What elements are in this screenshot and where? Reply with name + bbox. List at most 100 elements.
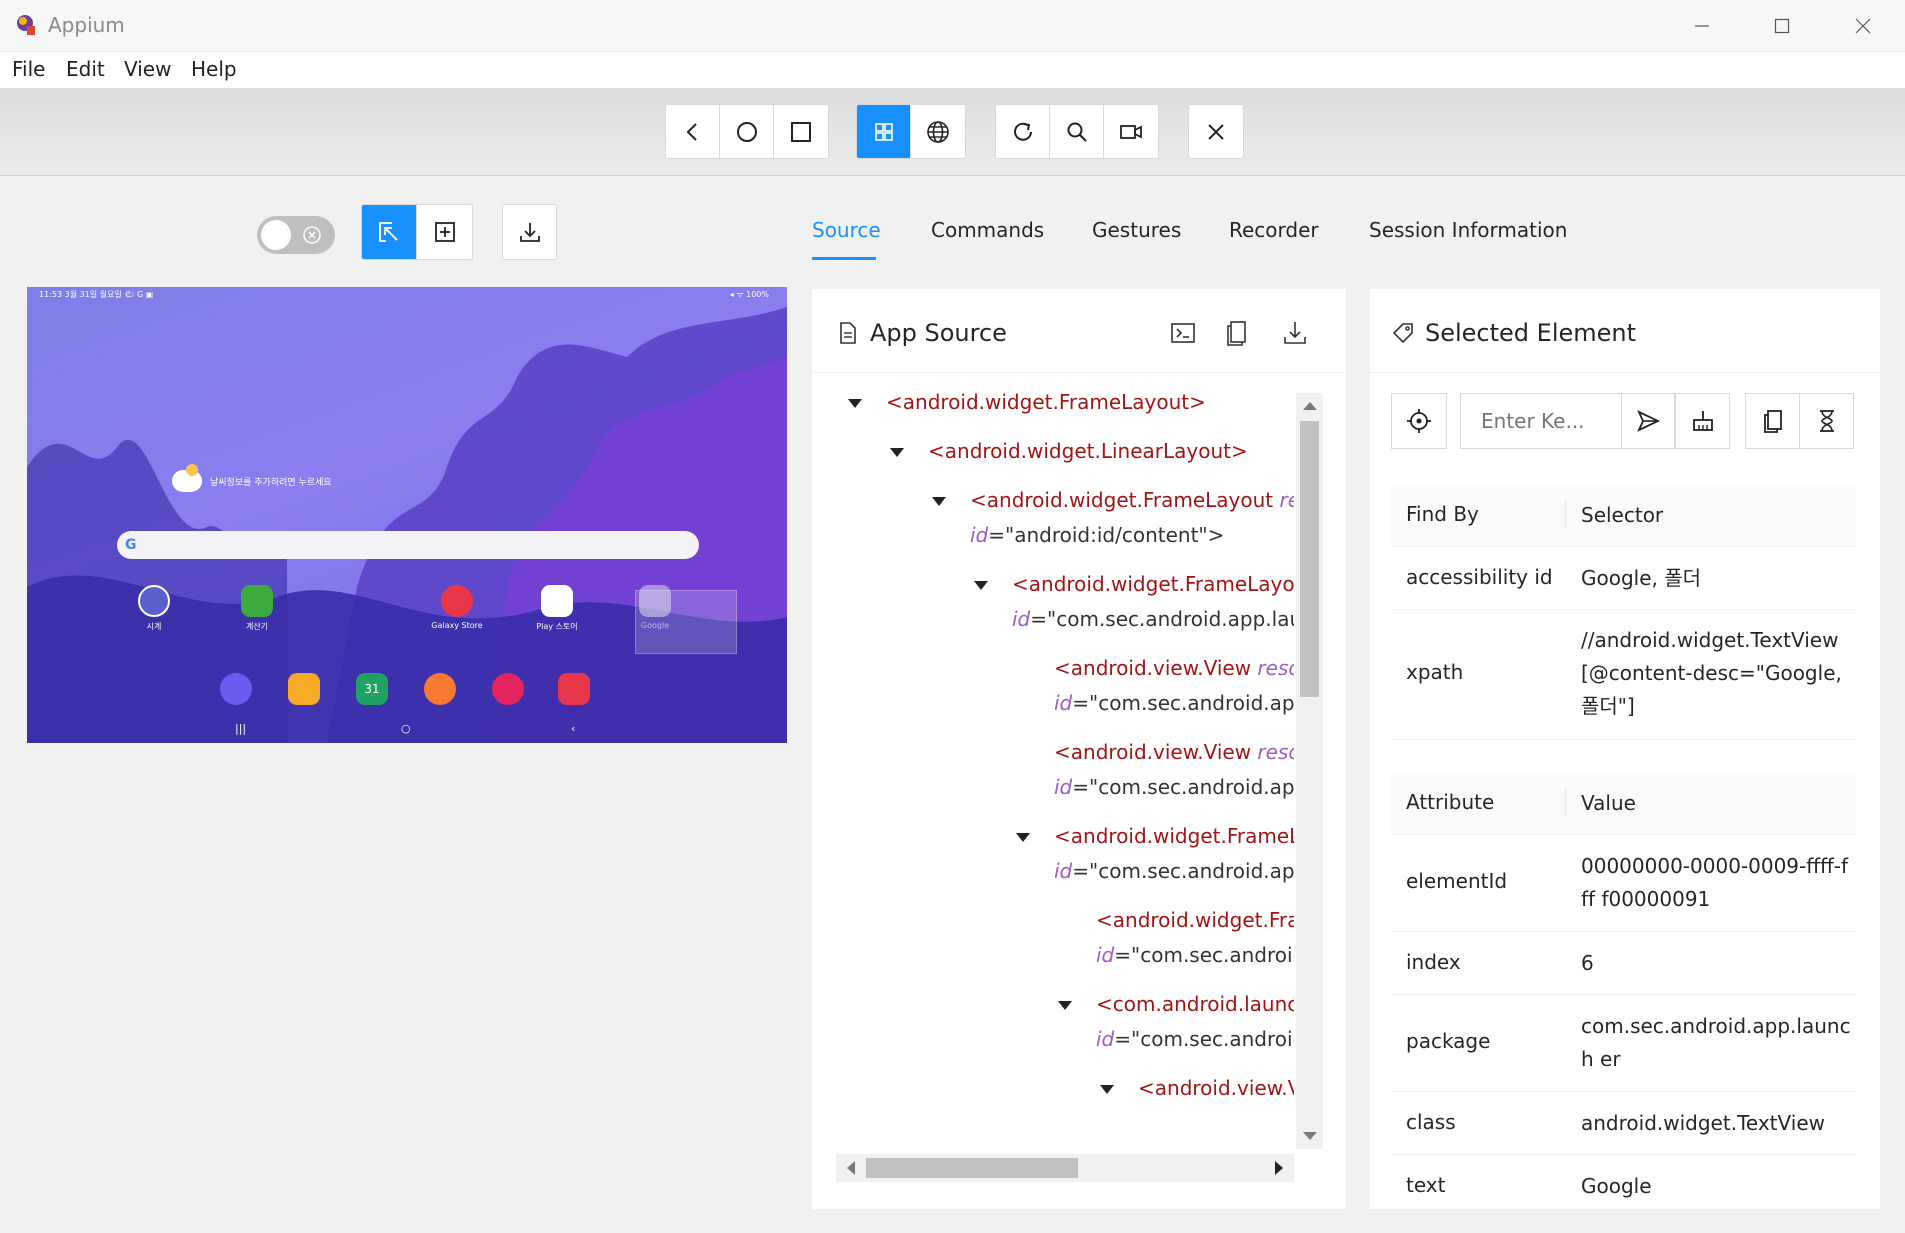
tree-node[interactable]: id="com.sec.android.a [1096,943,1294,967]
find-by-value[interactable]: Google, 폴더 [1581,562,1851,595]
source-vertical-scrollbar[interactable] [1296,393,1323,1149]
maximize-icon[interactable] [1752,10,1812,42]
device-screenshot[interactable]: 11:53 3월 31일 월요일 🌤 G ▣ ◂ ᯤ 100% 날씨정보를 추가… [27,287,787,743]
attribute-header: Attribute [1406,790,1495,814]
tree-node[interactable]: id="com.sec.android.app.l [1054,859,1294,883]
tree-node[interactable]: <android.view.Vi [1100,1076,1294,1100]
caret-down-icon[interactable] [848,399,862,408]
vertical-scroll-thumb[interactable] [1300,421,1319,697]
source-horizontal-scrollbar[interactable] [836,1154,1294,1182]
send-icon [1637,410,1661,432]
device-recents-key-icon[interactable]: ||| [235,722,246,735]
tree-node[interactable]: <android.widget.FrameLayout resou [932,488,1294,512]
dock-folder-icon[interactable] [288,673,320,705]
send-keys-input[interactable] [1460,393,1622,449]
menu-view[interactable]: View [124,57,171,81]
tree-attr-value: ="com.sec.android.app.l [1072,859,1294,883]
show-attributes-toggle[interactable] [257,216,335,254]
download-source-icon[interactable] [1280,318,1310,348]
tree-node[interactable]: <android.widget.FrameLayout [974,572,1294,596]
quit-session-group [1188,104,1244,159]
caret-down-icon[interactable] [890,448,904,457]
tree-node[interactable]: <android.widget.Fram [1096,908,1294,932]
caret-down-icon[interactable] [932,497,946,506]
select-elements-button[interactable] [362,205,417,259]
attribute-value: android.widget.TextView [1581,1111,1825,1135]
copy-attributes-button[interactable] [1745,393,1800,449]
device-back-key-icon[interactable]: ‹ [571,722,575,735]
horizontal-scroll-thumb[interactable] [866,1158,1078,1178]
dock-gallery-icon[interactable] [492,673,524,705]
caret-down-icon[interactable] [1058,1001,1072,1010]
search-button[interactable] [1050,105,1104,158]
wallpaper-mountains [27,307,787,743]
selected-element-title: Selected Element [1425,319,1637,347]
tree-node[interactable]: <com.android.launche [1058,992,1294,1016]
tree-node[interactable]: id="com.sec.android.app.launc [1012,607,1294,631]
tree-node[interactable]: <android.widget.FrameLayout> [848,390,1206,414]
app-play-store[interactable]: Play 스토어 [527,585,587,632]
window-title: Appium [48,13,125,37]
web-mode-button[interactable] [911,105,965,158]
tree-node[interactable]: <android.view.View resour [1054,656,1294,680]
app-play-store-label: Play 스토어 [536,622,578,631]
tab-source[interactable]: Source [812,218,881,242]
tap-coordinates-button[interactable] [417,205,472,259]
app-calculator[interactable]: 계산기 [227,585,287,632]
scroll-up-arrow-icon[interactable] [1303,401,1317,411]
tree-node[interactable]: id="com.sec.android.app.l [1054,691,1294,715]
app-clock[interactable]: 시계 [124,585,184,632]
tab-session-information[interactable]: Session Information [1369,218,1567,242]
app-source-header: App Source [836,319,1007,347]
device-home-key-icon[interactable]: ○ [401,722,411,735]
tree-node[interactable]: <android.view.View resour [1054,740,1294,764]
tree-node[interactable]: <android.widget.FrameLay [1016,824,1294,848]
source-tree[interactable]: <android.widget.FrameLayout> <android.wid… [836,390,1294,1150]
tree-node[interactable]: id="com.sec.android.app.l [1054,775,1294,799]
copy-icon[interactable] [1223,318,1253,348]
refresh-button[interactable] [996,105,1050,158]
tab-gestures[interactable]: Gestures [1092,218,1181,242]
clear-element-button[interactable] [1675,393,1730,449]
tree-node[interactable]: id="com.sec.android.a [1096,1027,1294,1051]
get-timing-button[interactable] [1799,393,1854,449]
caret-down-icon[interactable] [974,581,988,590]
dock-internet-icon[interactable] [220,673,252,705]
table-row: class android.widget.TextView [1391,1092,1856,1155]
scroll-left-arrow-icon[interactable] [846,1161,856,1175]
google-search-widget[interactable]: G [117,531,699,559]
close-window-icon[interactable] [1833,10,1893,42]
scroll-right-arrow-icon[interactable] [1274,1161,1284,1175]
tab-recorder[interactable]: Recorder [1229,218,1319,242]
inspector-toolbar [0,88,1905,176]
scroll-down-arrow-icon[interactable] [1303,1131,1317,1141]
menu-help[interactable]: Help [191,57,237,81]
tree-node[interactable]: <android.widget.LinearLayout> [890,439,1248,463]
tap-element-button[interactable] [1391,393,1447,449]
tab-commands[interactable]: Commands [931,218,1044,242]
dock-contacts-icon[interactable] [424,673,456,705]
menu-file[interactable]: File [12,57,45,81]
dock-camera-icon[interactable] [558,673,590,705]
dock-calendar-icon[interactable]: 31 [356,673,388,705]
send-keys-button[interactable] [1621,393,1675,449]
selected-element-highlight[interactable] [635,590,737,654]
native-mode-icon [874,122,893,141]
app-galaxy-store[interactable]: Galaxy Store [427,585,487,630]
tree-node[interactable]: id="android:id/content"> [970,523,1224,547]
caret-down-icon[interactable] [1100,1085,1114,1094]
tree-tag: <android.widget.FrameLayout [970,488,1280,512]
weather-widget[interactable]: 날씨정보를 추가하려면 누르세요 [172,464,332,492]
terminal-icon[interactable] [1168,318,1198,348]
record-button[interactable] [1104,105,1158,158]
native-mode-button[interactable] [857,105,911,158]
home-button[interactable] [720,105,774,158]
download-screenshot-button[interactable] [502,204,557,260]
quit-session-button[interactable] [1189,105,1243,158]
app-switch-button[interactable] [774,105,828,158]
find-by-value[interactable]: //android.widget.TextView [@content-desc… [1581,624,1851,723]
back-button[interactable] [666,105,720,158]
caret-down-icon[interactable] [1016,833,1030,842]
minimize-icon[interactable] [1672,10,1732,42]
menu-edit[interactable]: Edit [66,57,105,81]
